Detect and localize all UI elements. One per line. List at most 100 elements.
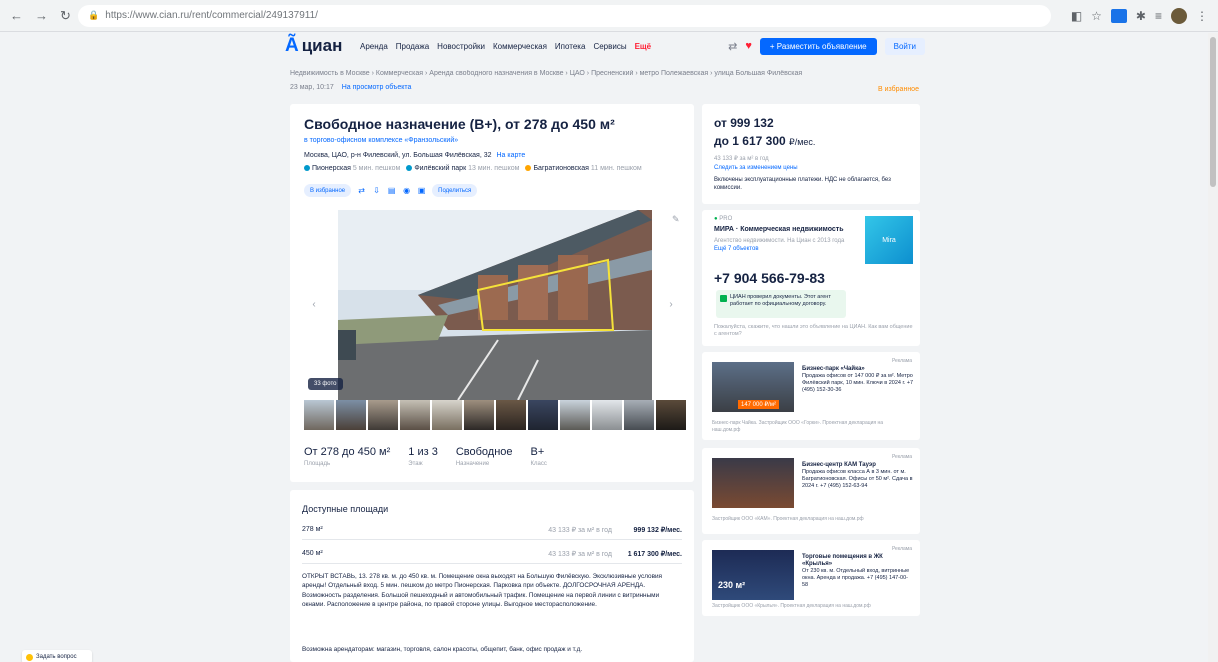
map-link[interactable]: На карте [496, 152, 525, 159]
translate-icon[interactable]: ◧ [1071, 9, 1082, 23]
prev-photo-icon[interactable]: ‹ [308, 299, 320, 311]
report-flag-icon[interactable]: ✎ [672, 214, 680, 225]
agent-name[interactable]: МИРА · Коммерческая недвижимость [714, 226, 854, 233]
breadcrumb[interactable]: Недвижимость в Москве › Коммерческая › А… [290, 70, 910, 77]
download-icon[interactable]: ⇩ [372, 186, 381, 195]
chat-button[interactable]: Задать вопрос [22, 650, 92, 662]
price-per-m: 43 133 ₽ за м² в год [714, 156, 769, 162]
nav-item-sale[interactable]: Продажа [396, 42, 429, 51]
nav-item-rent[interactable]: Аренда [360, 42, 388, 51]
complain-icon[interactable]: ▣ [417, 186, 426, 195]
scrollbar-thumb[interactable] [1210, 37, 1216, 187]
profile-avatar[interactable] [1171, 7, 1187, 24]
metro-station[interactable]: Пионерская 5 мин. пешком [304, 165, 400, 172]
thumbnail[interactable] [624, 400, 654, 430]
nav-item-services[interactable]: Сервисы [593, 42, 626, 51]
ad-title: Бизнес-центр КАМ Тауэр [802, 462, 876, 468]
star-icon[interactable]: ☆ [1091, 9, 1102, 23]
address-bar[interactable]: 🔒 https://www.cian.ru/rent/commercial/24… [78, 4, 1051, 27]
reload-icon[interactable]: ↻ [60, 8, 71, 24]
ad-title: Торговые помещения в ЖК «Крылья» [802, 554, 883, 567]
thumbnail[interactable] [304, 400, 334, 430]
pro-label: PRO [719, 216, 733, 222]
thumbnail[interactable] [336, 400, 366, 430]
metro-time: 13 мин. пешком [468, 165, 520, 172]
share-button[interactable]: Поделиться [432, 184, 478, 197]
ad-card[interactable]: Реклама Бизнес-центр КАМ Тауэр Продажа оф… [702, 448, 920, 534]
agent-logo[interactable]: Mira [865, 216, 913, 264]
compare-icon[interactable]: ⇄ [728, 40, 737, 53]
thumbnail[interactable] [496, 400, 526, 430]
metro-station[interactable]: Филёвский парк 13 мин. пешком [406, 165, 519, 172]
metro-station[interactable]: Багратионовская 11 мин. пешком [525, 165, 642, 172]
metro-time: 11 мин. пешком [590, 165, 642, 172]
stats-link[interactable]: На просмотр объекта [342, 84, 412, 91]
nav-item-commercial[interactable]: Коммерческая [493, 42, 547, 51]
place-ad-button[interactable]: + Разместить объявление [759, 37, 877, 55]
favorites-heart-icon[interactable]: ♥ [745, 40, 752, 52]
area-row[interactable]: 450 м² 43 133 ₽ за м² в год 1 617 300 ₽/… [302, 544, 682, 564]
ad-body: Продажа офисов класса А в 3 мин. от м. Б… [802, 469, 913, 489]
agent-phone[interactable]: +7 904 566-79-83 [714, 270, 825, 286]
street-photo [338, 210, 652, 400]
menu-list-icon[interactable]: ≡ [1155, 9, 1162, 23]
thumbnail[interactable] [400, 400, 430, 430]
price-to-value: до 1 617 300 [714, 134, 786, 148]
metro-dot-icon [304, 165, 310, 171]
price-from: от 999 132 [714, 116, 774, 130]
extension-icon[interactable] [1110, 8, 1127, 23]
ad-card[interactable]: Реклама 147 000 ₽/м² Бизнес-парк «Чайка»… [702, 352, 920, 440]
nav-item-mortgage[interactable]: Ипотека [555, 42, 586, 51]
thumbnail[interactable] [432, 400, 462, 430]
page-scrollbar[interactable] [1208, 33, 1218, 662]
puzzle-icon[interactable]: ✱ [1136, 9, 1146, 23]
thumbnail[interactable] [592, 400, 622, 430]
metro-name: Филёвский парк [414, 165, 467, 172]
ad-badge: 230 м² [718, 580, 746, 590]
hide-icon[interactable]: ◉ [402, 186, 411, 195]
browser-nav: ← → ↻ [10, 8, 78, 24]
add-favorite-button[interactable]: В избранное [304, 184, 352, 197]
chat-icon [26, 653, 33, 661]
ad-image: 230 м² [712, 550, 794, 600]
area-row[interactable]: 278 м² 43 133 ₽ за м² в год 999 132 ₽/ме… [302, 520, 682, 540]
area-size: 278 м² [302, 526, 323, 533]
ad-card[interactable]: Реклама 230 м² Торговые помещения в ЖК «… [702, 540, 920, 616]
price-note: Включены эксплуатационные платежи. НДС н… [714, 177, 891, 191]
ad-text: Бизнес-парк «Чайка» Продажа офисов от 147… [802, 366, 914, 394]
main-photo[interactable] [338, 210, 652, 400]
more-icon[interactable]: ⋮ [1196, 9, 1208, 23]
thumbnail[interactable] [368, 400, 398, 430]
compare-icon[interactable]: ⇄ [357, 186, 366, 195]
ad-label: Реклама [891, 454, 912, 460]
area-price: 1 617 300 ₽/мес. [627, 550, 682, 558]
listing-facts: От 278 до 450 м² Площадь 1 из 3 Этаж Свобо… [304, 446, 547, 467]
main-nav: Аренда Продажа Новостройки Коммерческая … [360, 42, 651, 51]
address-text[interactable]: Москва, ЦАО, р-н Филевский, ул. Большая … [304, 152, 492, 159]
nav-item-newbuild[interactable]: Новостройки [437, 42, 485, 51]
login-button[interactable]: Войти [884, 37, 925, 55]
price-to: до 1 617 300 ₽/мес. [714, 134, 815, 148]
thumbnail[interactable] [656, 400, 686, 430]
cian-logo[interactable]: Ã циан [285, 35, 360, 57]
ad-footnote: Застройщик ООО «КАМ». Проектная декларац… [712, 516, 864, 522]
agent-objects-link[interactable]: Ещё 7 объектов [714, 246, 759, 252]
print-icon[interactable]: ▤ [387, 186, 396, 195]
fact-value: 1 из 3 [408, 446, 438, 458]
forward-icon[interactable]: → [35, 8, 48, 24]
ad-badge: 147 000 ₽/м² [738, 400, 779, 409]
photo-count-badge[interactable]: 33 фото [308, 378, 343, 390]
price-watch-link[interactable]: Следить за изменением цены [714, 165, 798, 171]
favorite-link[interactable]: В избранное [878, 86, 919, 93]
ad-body: Продажа офисов от 147 000 ₽ за м². Метро… [802, 373, 914, 393]
thumbnail[interactable] [464, 400, 494, 430]
ad-text: Торговые помещения в ЖК «Крылья» От 230 к… [802, 554, 914, 589]
agent-footnote: Пожалуйста, скажите, что нашли это объяв… [714, 324, 913, 337]
back-icon[interactable]: ← [10, 8, 23, 24]
listing-subtitle[interactable]: в торгово-офисном комплексе «Франзольски… [304, 137, 458, 144]
nav-item-more[interactable]: Ещё [635, 42, 652, 51]
next-photo-icon[interactable]: › [665, 299, 677, 311]
thumbnail[interactable] [560, 400, 590, 430]
ad-label: Реклама [891, 546, 912, 552]
thumbnail[interactable] [528, 400, 558, 430]
